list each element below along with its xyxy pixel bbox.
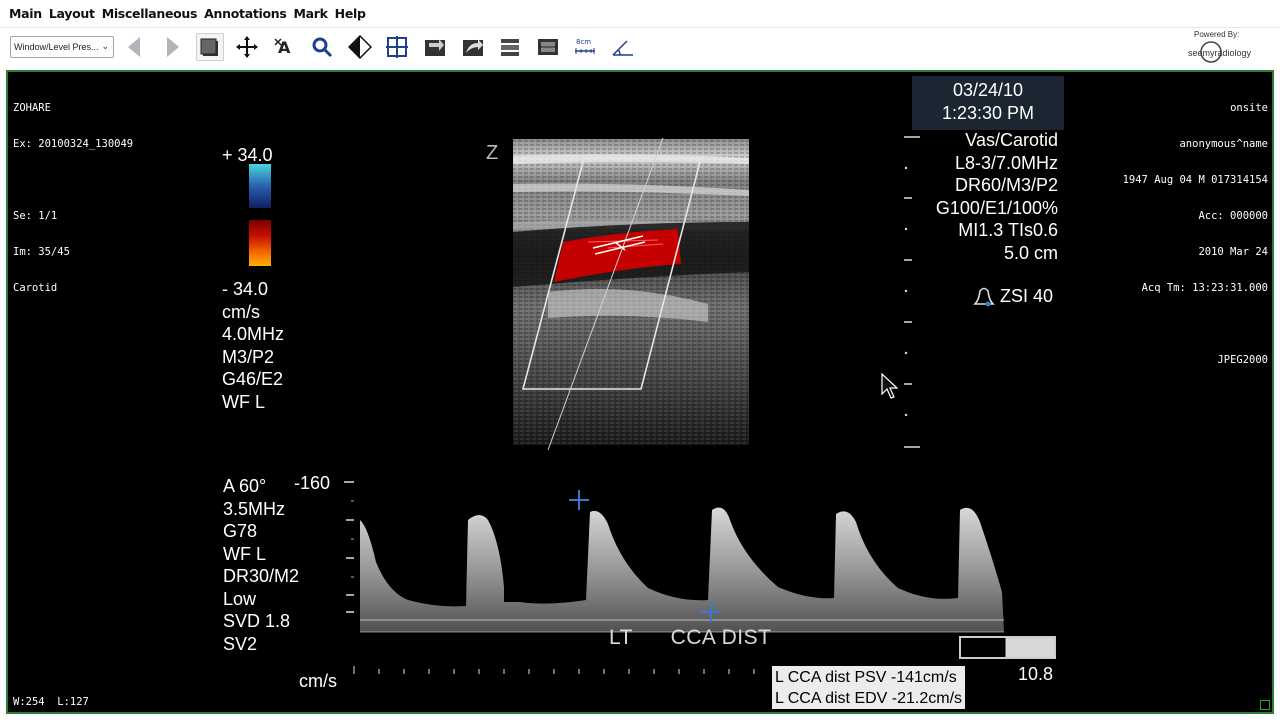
cdi-params: - 34.0 cm/s 4.0MHz M3/P2 G46/E2 WF L [222,278,284,413]
series-stack-icon[interactable] [496,33,524,61]
image-viewport[interactable]: Z ZOHARE Ex: 20100324_130049 Se: 1/1 Im:… [6,70,1274,714]
scan-params: Vas/Carotid L8-3/7.0MHz DR60/M3/P2 G100/… [912,129,1058,264]
menu-bar: Main Layout Miscellaneous Annotations Ma… [0,0,1280,28]
next-arrow-icon[interactable] [158,33,186,61]
flip-icon[interactable] [459,33,487,61]
overlay-series: Se: 1/1 [13,210,58,222]
scan-time: 1:23:30 PM [941,102,1035,123]
menu-mark[interactable]: Mark [294,6,328,21]
overlay-spacer-right [1123,318,1268,330]
gray-scale-bar [959,636,1056,659]
overlay-top-left: ZOHARE Ex: 20100324_130049 Se: 1/1 Im: 3… [13,78,133,318]
overlay-spacer [13,174,133,186]
doppler-spectrum [360,507,1004,632]
vessel-annotation: LT CCA DIST [609,626,772,649]
measurement-psv: L CCA dist PSV -141cm/s [775,669,957,686]
cdi-unit: cm/s [222,301,260,322]
menu-annotations[interactable]: Annotations [204,6,287,21]
color-scale-positive [249,164,271,208]
menu-layout[interactable]: Layout [49,6,95,21]
mechanical-index: MI1.3 TIs0.6 [958,220,1058,240]
overlay-top-right: onsite anonymous^name 1947 Aug 04 M 0173… [1123,78,1268,390]
rotate-icon[interactable] [421,33,449,61]
crosshair-grid-icon[interactable] [383,33,411,61]
overlay-compression: JPEG2000 [1217,354,1268,366]
zsi-indicator: ZSI 40 [972,285,1053,307]
mouse-cursor [881,372,899,399]
stack-icon[interactable] [196,33,224,61]
depth: 5.0 cm [1003,242,1058,263]
angle-measure-icon[interactable] [609,33,637,61]
overlay-site: onsite [1230,102,1268,114]
scan-date: 03/24/10 [952,80,1024,100]
toolbar: Window/Level Pres... ⌄ A 8cm Powered By:… [0,28,1280,68]
velocity-scale-top: -160 [294,473,331,493]
cdi-scale-bottom: - 34.0 [222,279,269,299]
overlay-body-part: Carotid [13,282,58,294]
menu-help[interactable]: Help [335,6,366,21]
cdi-gain: G46/E2 [222,369,284,389]
transducer: L8-3/7.0MHz [954,152,1058,173]
doppler-prf: Low [223,588,257,609]
doppler-params: A 60° 3.5MHz G78 WF L DR30/M2 Low SVD 1.… [223,475,299,655]
cdi-frequency: 4.0MHz [222,324,285,344]
gray-scale-value: 10.8 [1018,664,1054,684]
dynamic-range: DR60/M3/P2 [954,175,1058,195]
prev-arrow-icon[interactable] [121,33,149,61]
menu-main[interactable]: Main [9,6,42,21]
viewport-corner-handle[interactable] [1260,700,1270,710]
window-level-preset-select[interactable]: Window/Level Pres... ⌄ [10,36,114,58]
svg-text:seemyradiology: seemyradiology [1188,48,1252,58]
cdi-map: M3/P2 [222,346,275,367]
doppler-sample-volume: SV2 [223,633,258,654]
doppler-wall-filter: WF L [223,543,266,564]
overlay-window-level: W:254 L:127 [13,696,89,708]
zsi-value: ZSI 40 [1000,285,1054,306]
orientation-marker: Z [486,142,498,164]
zoom-magnifier-icon[interactable] [308,33,336,61]
measurement-box: L CCA dist PSV -141cm/s L CCA dist EDV -… [772,666,966,709]
ultrasound-image[interactable]: Z ZOHARE Ex: 20100324_130049 Se: 1/1 Im:… [8,72,1272,712]
time-axis [353,666,755,674]
preset: Vas/Carotid [965,130,1058,150]
overlay-exam: Ex: 20100324_130049 [13,138,134,150]
overlay-patient-name: anonymous^name [1179,138,1268,150]
caliper-psv [569,490,589,510]
ultrasound-graphics: Z [344,136,1004,674]
menu-miscellaneous[interactable]: Miscellaneous [102,6,198,21]
overlay-study-date: 2010 Mar 24 [1198,246,1268,258]
measurement-edv: L CCA dist EDV -21.2cm/s [775,690,963,707]
gain: G100/E1/100% [935,197,1058,218]
bell-icon [973,287,995,307]
overlay-acq-time: Acq Tm: 13:23:31.000 [1141,282,1268,294]
doppler-angle: A 60° [223,476,267,496]
velocity-unit: cm/s [299,671,337,691]
overlay-institution: ZOHARE [13,102,51,114]
chevron-down-icon: ⌄ [101,41,109,51]
color-scale-negative [249,220,271,266]
ruler-measure-icon[interactable]: 8cm [571,33,599,61]
window-level-contrast-icon[interactable] [346,33,374,61]
powered-by-label: Powered By: [1194,30,1240,39]
window-level-preset-value: Window/Level Pres... [14,42,99,52]
film-strip-icon[interactable] [534,33,562,61]
seemyradiology-logo: seemyradiology [1188,41,1252,63]
doppler-svd: SVD 1.8 [223,611,291,631]
overlay-patient-info: 1947 Aug 04 M 017314154 [1122,174,1268,186]
text-annotate-icon[interactable]: A [271,33,299,61]
doppler-dynamic-range: DR30/M2 [223,566,300,586]
powered-by-logo: Powered By: seemyradiology [1158,30,1268,66]
overlay-accession: Acc: 000000 [1198,210,1268,222]
doppler-frequency: 3.5MHz [223,498,286,519]
doppler-gain: G78 [223,521,258,541]
overlay-image: Im: 35/45 [13,246,70,258]
pan-move-icon[interactable] [233,33,261,61]
ruler-label: 8cm [576,38,591,46]
cdi-wall-filter: WF L [222,391,265,412]
datetime-box: 03/24/10 1:23:30 PM [912,76,1064,130]
